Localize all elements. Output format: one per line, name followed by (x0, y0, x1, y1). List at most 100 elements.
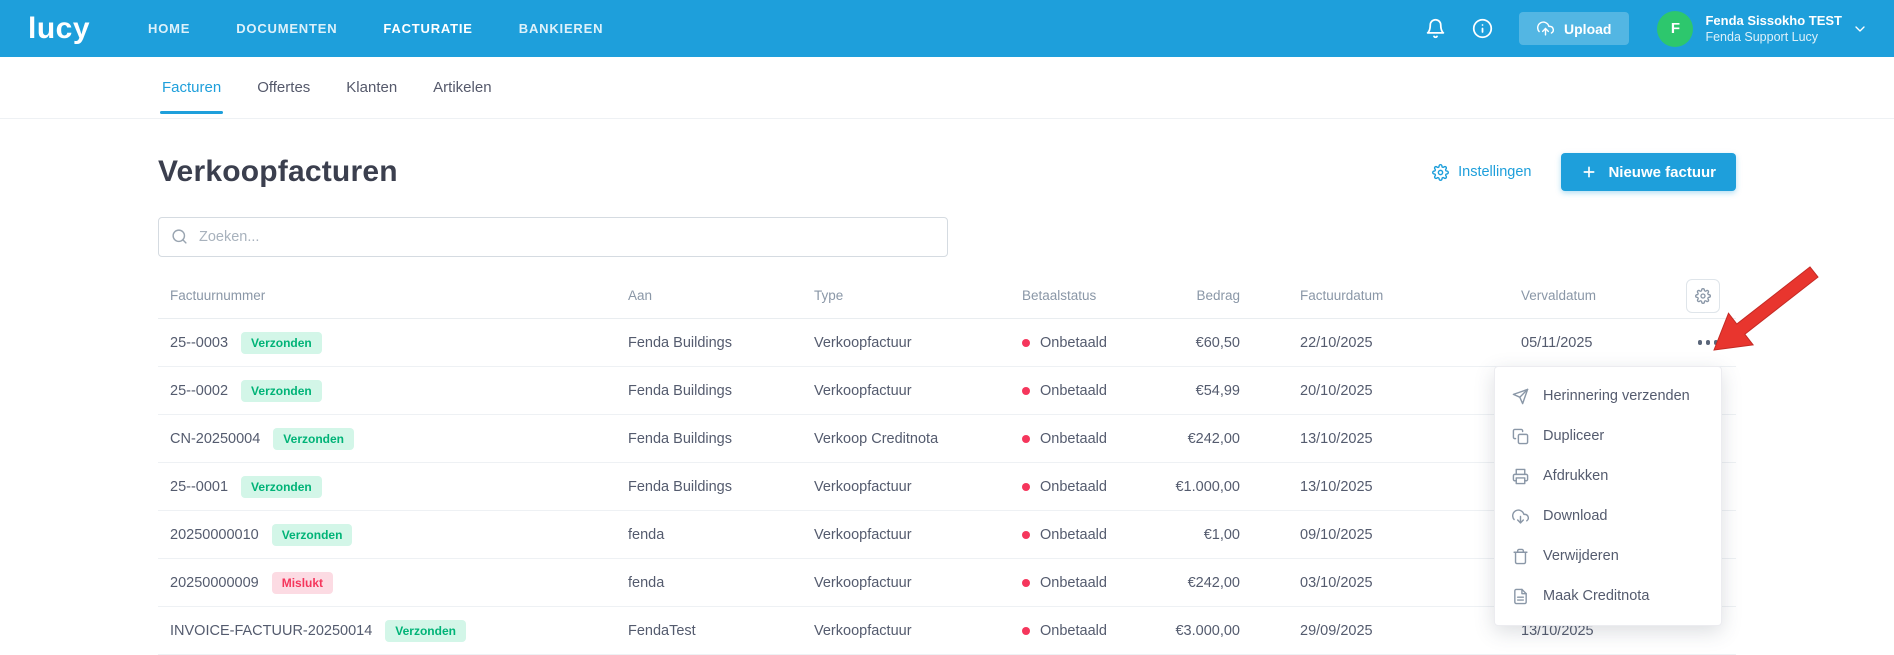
status-badge: Verzonden (272, 524, 353, 546)
user-menu[interactable]: F Fenda Sissokho TEST Fenda Support Lucy (1657, 11, 1868, 47)
notifications-button[interactable] (1425, 18, 1446, 39)
user-text: Fenda Sissokho TEST Fenda Support Lucy (1705, 13, 1842, 44)
row-actions-button[interactable] (1696, 332, 1721, 353)
betaalstatus-label: Onbetaald (1040, 479, 1107, 495)
app-logo[interactable]: lucy (28, 12, 90, 46)
cell-betaalstatus: Onbetaald (1022, 623, 1162, 639)
betaalstatus-label: Onbetaald (1040, 575, 1107, 591)
avatar: F (1657, 11, 1693, 47)
user-subtitle: Fenda Support Lucy (1705, 30, 1842, 44)
cell-factuurdatum: 29/09/2025 (1262, 623, 1483, 639)
upload-button-label: Upload (1564, 21, 1611, 37)
plus-icon (1581, 164, 1597, 180)
cell-factuurdatum: 13/10/2025 (1262, 479, 1483, 495)
betaalstatus-label: Onbetaald (1040, 431, 1107, 447)
help-button[interactable] (1472, 18, 1493, 39)
cell-aan: fenda (628, 527, 814, 543)
new-invoice-button[interactable]: Nieuwe factuur (1561, 153, 1736, 191)
search-icon (171, 228, 188, 245)
cell-bedrag: €1.000,00 (1162, 479, 1262, 495)
invoice-number: 25--0001 (170, 479, 228, 495)
cell-bedrag: €242,00 (1162, 431, 1262, 447)
menu-item-verwijderen[interactable]: Verwijderen (1495, 536, 1721, 576)
cell-factuurdatum: 03/10/2025 (1262, 575, 1483, 591)
nav-facturatie[interactable]: FACTURATIE (383, 21, 472, 36)
chevron-down-icon (1852, 21, 1868, 37)
page-header-actions: Instellingen Nieuwe factuur (1432, 153, 1736, 191)
menu-item-afdrukken[interactable]: Afdrukken (1495, 456, 1721, 496)
cell-type: Verkoopfactuur (814, 623, 1022, 639)
send-icon (1512, 388, 1529, 405)
nav-documenten[interactable]: DOCUMENTEN (236, 21, 337, 36)
cell-betaalstatus: Onbetaald (1022, 431, 1162, 447)
table-settings-button[interactable] (1686, 279, 1720, 313)
invoice-number: 20250000010 (170, 527, 259, 543)
cell-factuurdatum: 20/10/2025 (1262, 383, 1483, 399)
menu-item-label: Verwijderen (1543, 548, 1619, 564)
cell-vervaldatum: 05/11/2025 (1483, 335, 1632, 351)
cell-type: Verkoopfactuur (814, 575, 1022, 591)
cell-type: Verkoop Creditnota (814, 431, 1022, 447)
top-nav: HOME DOCUMENTEN FACTURATIE BANKIEREN (148, 21, 603, 36)
settings-link[interactable]: Instellingen (1432, 164, 1531, 181)
status-badge: Verzonden (241, 476, 322, 498)
topbar: lucy HOME DOCUMENTEN FACTURATIE BANKIERE… (0, 0, 1894, 57)
page-title: Verkoopfacturen (158, 155, 398, 189)
upload-button[interactable]: Upload (1519, 12, 1629, 45)
status-badge: Verzonden (385, 620, 466, 642)
gear-icon (1695, 288, 1711, 304)
betaalstatus-label: Onbetaald (1040, 383, 1107, 399)
status-badge: Verzonden (273, 428, 354, 450)
cell-bedrag: €60,50 (1162, 335, 1262, 351)
table-header-row: Factuurnummer Aan Type Betaalstatus Bedr… (158, 273, 1736, 319)
cell-betaalstatus: Onbetaald (1022, 575, 1162, 591)
tab-artikelen[interactable]: Artikelen (431, 57, 493, 118)
page-header: Verkoopfacturen Instellingen Nieuwe fact… (158, 153, 1736, 191)
menu-item-maak-creditnota[interactable]: Maak Creditnota (1495, 576, 1721, 616)
menu-item-label: Dupliceer (1543, 428, 1604, 444)
header-aan: Aan (628, 288, 814, 303)
tab-facturen[interactable]: Facturen (160, 57, 223, 118)
menu-item-label: Download (1543, 508, 1608, 524)
unpaid-dot-icon (1022, 387, 1030, 395)
menu-item-dupliceer[interactable]: Dupliceer (1495, 416, 1721, 456)
status-badge: Verzonden (241, 380, 322, 402)
tab-offertes[interactable]: Offertes (255, 57, 312, 118)
betaalstatus-label: Onbetaald (1040, 623, 1107, 639)
cell-type: Verkoopfactuur (814, 335, 1022, 351)
menu-item-herinnering-verzenden[interactable]: Herinnering verzenden (1495, 376, 1721, 416)
bell-icon (1425, 18, 1446, 39)
header-bedrag: Bedrag (1162, 288, 1262, 303)
search-input[interactable] (158, 217, 948, 257)
cell-type: Verkoopfactuur (814, 527, 1022, 543)
menu-item-label: Herinnering verzenden (1543, 388, 1690, 404)
file-text-icon (1512, 588, 1529, 605)
unpaid-dot-icon (1022, 339, 1030, 347)
unpaid-dot-icon (1022, 483, 1030, 491)
topbar-right: Upload F Fenda Sissokho TEST Fenda Suppo… (1399, 11, 1868, 47)
search-box (158, 217, 948, 257)
tab-klanten[interactable]: Klanten (344, 57, 399, 118)
cell-aan: Fenda Buildings (628, 383, 814, 399)
cell-betaalstatus: Onbetaald (1022, 335, 1162, 351)
invoice-number: 25--0002 (170, 383, 228, 399)
nav-bankieren[interactable]: BANKIEREN (519, 21, 603, 36)
table-row[interactable]: 25--0003 Verzonden Fenda Buildings Verko… (158, 319, 1736, 367)
download-cloud-icon (1512, 508, 1529, 525)
nav-home[interactable]: HOME (148, 21, 190, 36)
cell-type: Verkoopfactuur (814, 479, 1022, 495)
cell-betaalstatus: Onbetaald (1022, 479, 1162, 495)
settings-link-label: Instellingen (1458, 164, 1531, 180)
cell-bedrag: €1,00 (1162, 527, 1262, 543)
status-badge: Verzonden (241, 332, 322, 354)
cell-aan: fenda (628, 575, 814, 591)
row-context-menu: Herinnering verzenden Dupliceer Afdrukke… (1494, 366, 1722, 626)
user-name: Fenda Sissokho TEST (1705, 13, 1842, 28)
cell-aan: FendaTest (628, 623, 814, 639)
unpaid-dot-icon (1022, 435, 1030, 443)
cell-betaalstatus: Onbetaald (1022, 383, 1162, 399)
cell-bedrag: €3.000,00 (1162, 623, 1262, 639)
menu-item-download[interactable]: Download (1495, 496, 1721, 536)
header-type: Type (814, 288, 1022, 303)
header-betaalstatus: Betaalstatus (1022, 288, 1162, 303)
